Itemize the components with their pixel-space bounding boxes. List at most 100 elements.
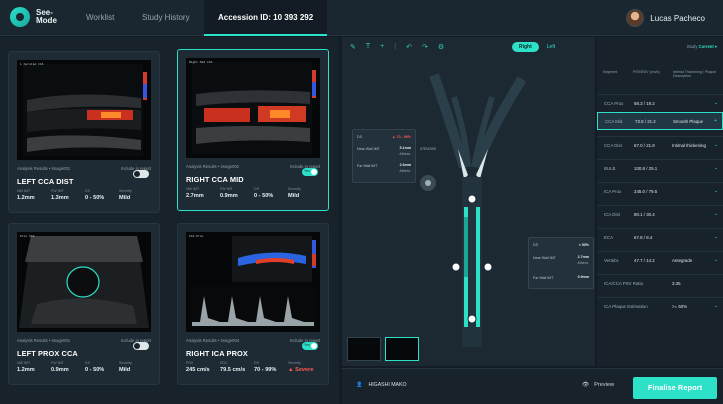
metric-header: NW IMT	[17, 189, 31, 193]
metric-header: DS	[254, 187, 259, 191]
ultrasound-graphic	[23, 64, 147, 156]
row-segment: ICA Dist	[604, 212, 620, 217]
settings-icon[interactable]: ⚙	[438, 43, 444, 51]
card-metrics: NW IMT 1.2mm FW IMT 1.3mm DS 0 - 50% Severi…	[17, 189, 153, 201]
pen-tool-icon[interactable]: ✎	[350, 43, 356, 51]
tab-accession[interactable]: Accession ID: 10 393 292	[204, 0, 328, 36]
card-title: LEFT CCA DIST	[17, 177, 74, 186]
include-toggle[interactable]	[133, 170, 149, 178]
logo-line2: Mode	[36, 16, 57, 25]
metric-value: 79.5 cm/s	[220, 367, 246, 373]
left-side-button[interactable]: Left	[547, 44, 555, 50]
image-card[interactable]: ICA Prox Analysis Results • Image004 Inc…	[177, 223, 329, 385]
metric-header: Severity	[119, 361, 132, 365]
chevron-down-icon[interactable]: ⌄	[714, 303, 718, 309]
avatar	[626, 9, 645, 27]
thumbnail-selected[interactable]	[385, 337, 419, 361]
row-segment: ICA/CCA PSV Ratio	[604, 281, 644, 286]
measurement-popup-upper[interactable]: DS ▲ 70 - 99% Near Wall IMT 5.1mm Athero…	[352, 129, 416, 183]
table-row[interactable]: CCA Dist 67.0 / 21.8 Intimal thickening ⌄	[597, 136, 723, 154]
header-segment: Segment	[603, 70, 618, 74]
popup-ds-label: DS	[357, 135, 362, 139]
ultrasound-image[interactable]: ICA Prox	[186, 232, 320, 332]
preview-button[interactable]: 👁 Preview	[582, 382, 614, 388]
user-menu[interactable]: Lucas Pacheco	[626, 9, 705, 27]
chevron-down-icon[interactable]: ⌄	[714, 188, 718, 194]
table-row[interactable]: ICA Dist 80.1 / 30.4 ⌄	[597, 205, 723, 223]
ultrasound-image[interactable]: Right Mid CCA	[186, 58, 320, 158]
metric-value: 0.9mm	[51, 367, 69, 373]
metric: Severity Mild	[288, 187, 322, 199]
app-logo[interactable]: See- Mode	[10, 7, 68, 27]
eye-icon: 👁	[582, 382, 590, 388]
metric-header: EDV	[220, 361, 228, 365]
table-row[interactable]: ICA Prox 245.0 / 79.5 ⌄	[597, 182, 723, 200]
metric: NW IMT 2.7mm	[186, 187, 220, 199]
logo-icon	[10, 7, 30, 27]
row-segment: ICA Prox	[604, 189, 622, 194]
undo-icon[interactable]: ↶	[406, 43, 412, 51]
analysis-results-label: Analysis Results • Image001 Include in r…	[17, 338, 151, 343]
chevron-down-icon[interactable]: ⌄	[714, 234, 718, 240]
add-icon[interactable]: +	[714, 118, 717, 124]
tab-study-history[interactable]: Study History	[142, 0, 190, 36]
chevron-down-icon[interactable]: ⌄	[714, 165, 718, 171]
table-row[interactable]: Vertebr. 47.7 / 14.2 Antegrade ⌄	[597, 251, 723, 269]
tab-worklist[interactable]: Worklist	[86, 0, 114, 36]
row-segment: CCA Prox	[604, 101, 624, 106]
include-toggle[interactable]: Yes	[302, 342, 318, 350]
metric-value: 0.9mm	[220, 193, 238, 199]
add-tool-icon[interactable]: +	[380, 43, 384, 51]
table-row[interactable]: ECA 67.8 / 8.4 ⌄	[597, 228, 723, 246]
analysis-results-label: Analysis Results • Image004 Include in r…	[186, 338, 320, 343]
image-overlay-text: Right Mid CCA	[189, 61, 213, 64]
ultrasound-image[interactable]: Prox CCA	[17, 232, 151, 332]
carotid-diagram[interactable]	[342, 57, 595, 357]
image-card-selected[interactable]: Right Mid CCA Analysis Results • Image00…	[177, 49, 329, 211]
row-desc: 3.35	[672, 281, 681, 286]
metric: NW IMT 1.2mm	[17, 361, 51, 373]
severity-value: ▲ Severe	[288, 367, 314, 373]
analysis-results-text: Analysis Results • Image002	[186, 164, 240, 169]
table-row[interactable]: ICA Plaque Estimation >= 50% ⌄	[597, 297, 723, 315]
table-row[interactable]: BULB 100.8 / 25.1 ⌄	[597, 159, 723, 177]
table-row-selected[interactable]: CCA Mid 73.5 / 21.2 Smooth Plaque +	[597, 112, 723, 130]
metric: DS 70 - 99%	[254, 361, 288, 373]
metric-header: Severity	[288, 187, 301, 191]
right-side-button[interactable]: Right	[512, 42, 539, 52]
popup-ds-value: < 50%	[578, 243, 589, 247]
chevron-down-icon[interactable]: ⌄	[714, 211, 718, 217]
metric-value: Mild	[119, 367, 131, 373]
row-value: 100.8 / 25.1	[634, 166, 658, 171]
popup-nw-sub: Athero.	[399, 152, 411, 156]
ultrasound-image[interactable]: L Carotid CCA	[17, 60, 151, 160]
measurement-popup-lower[interactable]: DS < 50% Near Wall IMT 2.7mm Athero. Far…	[528, 237, 594, 289]
ultrasound-graphic	[192, 62, 316, 154]
metric-header: FW IMT	[51, 361, 64, 365]
chevron-down-icon[interactable]: ⌄	[714, 142, 718, 148]
include-toggle[interactable]: Yes	[302, 168, 318, 176]
redo-icon[interactable]: ↷	[422, 43, 428, 51]
metric-header: NW IMT	[186, 187, 200, 191]
row-value: 67.8 / 8.4	[634, 235, 653, 240]
finalise-report-button[interactable]: Finalise Report	[633, 377, 717, 399]
image-card[interactable]: L Carotid CCA Analysis Results • Image00…	[8, 51, 160, 213]
table-row[interactable]: CCA Prox 68.3 / 19.2 ⌄	[597, 94, 723, 112]
thumbnail[interactable]	[347, 337, 381, 361]
row-segment: ECA	[604, 235, 614, 240]
study-label: Study	[686, 44, 698, 49]
metric-header: Severity	[119, 189, 132, 193]
row-segment: CCA Dist	[604, 143, 622, 148]
metric: Severity Mild	[119, 189, 153, 201]
study-selector[interactable]: Study Current ▾	[687, 44, 717, 49]
metric-header: FW IMT	[51, 189, 64, 193]
popup-nw-sub: Athero.	[577, 261, 589, 265]
include-toggle[interactable]	[133, 342, 149, 350]
row-value: 67.0 / 21.8	[634, 143, 655, 148]
chevron-down-icon[interactable]: ⌄	[714, 100, 718, 106]
metric-value: 0 - 50%	[254, 193, 274, 199]
popup-ds-value: ▲ 70 - 99%	[392, 135, 411, 139]
text-tool-icon[interactable]: T	[366, 43, 370, 51]
chevron-down-icon[interactable]: ⌄	[714, 257, 718, 263]
image-card[interactable]: Prox CCA Analysis Results • Image001 Inc…	[8, 223, 160, 385]
